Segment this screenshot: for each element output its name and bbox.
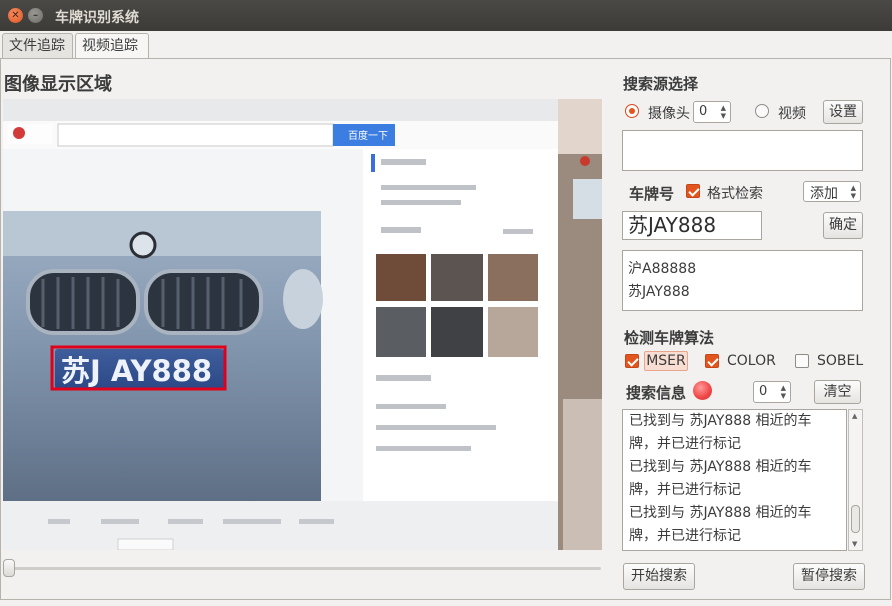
log-line: 已找到与 苏JAY888 相近的车	[629, 459, 812, 475]
close-window-icon[interactable]: ✕	[8, 8, 23, 23]
sobel-label: SOBEL	[817, 353, 864, 369]
settings-button[interactable]: 设置	[823, 100, 863, 124]
search-info-heading: 搜索信息	[626, 384, 687, 402]
video-frame: 百度一下 苏J AY888	[3, 99, 602, 550]
log-line: 牌，并已进行标记	[629, 482, 741, 498]
tab-file-tracking[interactable]: 文件追踪	[2, 33, 73, 59]
plate-text: 苏J AY888	[61, 354, 212, 388]
window-title: 车牌识别系统	[55, 10, 139, 26]
search-count-value: 0	[759, 384, 768, 399]
scroll-up-icon[interactable]: ▲	[852, 412, 857, 420]
mser-checkbox[interactable]	[625, 354, 639, 368]
camera-index-value: 0	[699, 104, 708, 119]
search-info-log: 已找到与 苏JAY888 相近的车 牌，并已进行标记 已找到与 苏JAY888 …	[622, 409, 847, 551]
sobel-checkbox[interactable]	[795, 354, 809, 368]
search-count-spinner[interactable]: 0 ▲ ▼	[753, 381, 791, 403]
format-check-label: 格式检索	[707, 186, 763, 202]
camera-frame-image: 百度一下 苏J AY888	[3, 99, 602, 550]
log-line: 牌，并已进行标记	[629, 436, 741, 452]
video-progress-handle[interactable]	[3, 559, 15, 577]
spinner-arrows-icon[interactable]: ▲ ▼	[781, 384, 786, 400]
log-scrollbar[interactable]: ▲ ▼	[848, 409, 863, 551]
scroll-thumb[interactable]	[851, 505, 860, 533]
minimize-window-icon[interactable]: –	[28, 8, 43, 23]
scroll-down-icon[interactable]: ▼	[852, 540, 857, 548]
tab-video-tracking[interactable]: 视频追踪	[75, 33, 149, 60]
main-window: ✕ – 车牌识别系统 文件追踪 视频追踪 图像显示区域 百度一下 苏J AY88…	[0, 0, 892, 606]
color-label: COLOR	[727, 353, 776, 369]
clear-button[interactable]: 清空	[814, 380, 861, 404]
plate-number-input[interactable]: 苏JAY888	[622, 211, 762, 240]
title-bar: ✕ – 车牌识别系统	[0, 0, 892, 31]
video-label: 视频	[778, 106, 806, 122]
list-item[interactable]: 苏JAY888	[623, 281, 862, 304]
source-path-field[interactable]	[622, 130, 863, 171]
format-check-checkbox[interactable]	[686, 184, 700, 198]
image-area-heading: 图像显示区域	[4, 74, 112, 95]
add-select[interactable]: 添加 ▲ ▼	[803, 181, 861, 202]
browser-search-button-text: 百度一下	[348, 129, 388, 142]
log-line: 已找到与 苏JAY888 相近的车	[629, 505, 812, 521]
list-item[interactable]: 沪A88888	[623, 258, 862, 281]
start-search-button[interactable]: 开始搜索	[623, 563, 695, 590]
status-indicator-icon	[693, 381, 712, 400]
camera-index-spinner[interactable]: 0 ▲ ▼	[693, 101, 731, 123]
tab-bar: 文件追踪 视频追踪	[0, 31, 892, 60]
log-line: 牌，并已进行标记	[629, 528, 741, 544]
algorithm-heading: 检测车牌算法	[624, 329, 715, 347]
camera-label: 摄像头	[648, 106, 690, 122]
color-checkbox[interactable]	[705, 354, 719, 368]
plate-number-heading: 车牌号	[629, 185, 675, 203]
search-source-heading: 搜索源选择	[623, 75, 699, 93]
video-progress-track[interactable]	[5, 567, 601, 570]
mser-label: MSER	[644, 351, 688, 371]
camera-radio[interactable]	[625, 104, 639, 118]
spinner-arrows-icon[interactable]: ▲ ▼	[721, 104, 726, 120]
select-arrows-icon: ▲ ▼	[850, 184, 856, 200]
plate-list[interactable]: 沪A88888 苏JAY888	[622, 250, 863, 311]
pause-search-button[interactable]: 暂停搜索	[793, 563, 865, 590]
log-line: 已找到与 苏JAY888 相近的车	[629, 413, 812, 429]
confirm-button[interactable]: 确定	[823, 212, 863, 239]
add-select-value: 添加	[810, 186, 838, 202]
video-radio[interactable]	[755, 104, 769, 118]
